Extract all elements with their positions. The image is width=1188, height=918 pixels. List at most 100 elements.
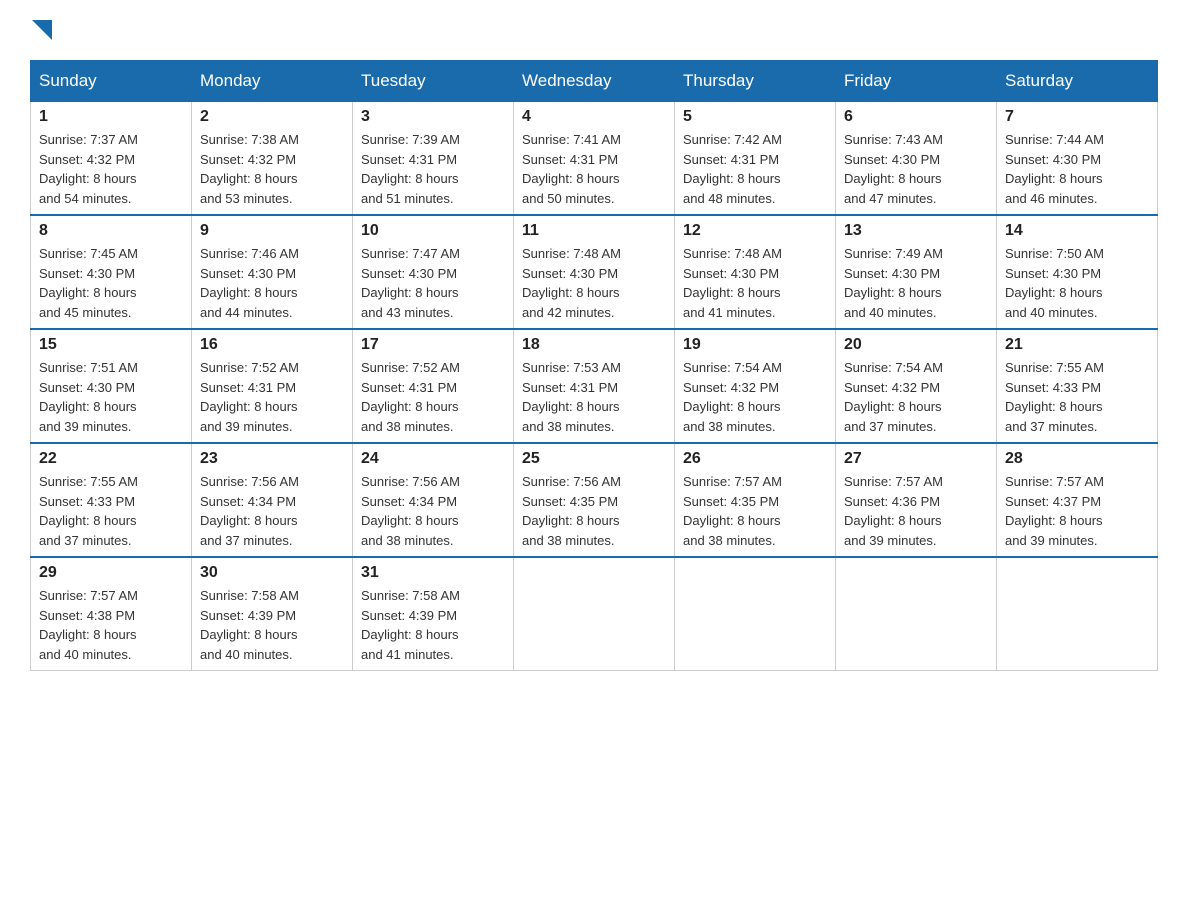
calendar-cell: 8 Sunrise: 7:45 AMSunset: 4:30 PMDaylight… [31,215,192,329]
day-header-tuesday: Tuesday [353,61,514,102]
day-info: Sunrise: 7:44 AMSunset: 4:30 PMDaylight:… [1005,130,1149,208]
calendar-cell: 22 Sunrise: 7:55 AMSunset: 4:33 PMDayligh… [31,443,192,557]
day-info: Sunrise: 7:54 AMSunset: 4:32 PMDaylight:… [844,358,988,436]
day-number: 28 [1005,450,1149,468]
logo-arrow-icon [32,20,52,40]
calendar-cell: 6Sunrise: 7:43 AMSunset: 4:30 PMDaylight… [836,102,997,216]
calendar-week-row: 8 Sunrise: 7:45 AMSunset: 4:30 PMDaylight… [31,215,1158,329]
day-info: Sunrise: 7:55 AMSunset: 4:33 PMDaylight:… [39,472,183,550]
calendar-cell [836,557,997,671]
calendar-cell: 25 Sunrise: 7:56 AMSunset: 4:35 PMDayligh… [514,443,675,557]
day-info: Sunrise: 7:56 AMSunset: 4:34 PMDaylight:… [361,472,505,550]
day-number: 5 [683,108,827,126]
day-info: Sunrise: 7:58 AMSunset: 4:39 PMDaylight:… [361,586,505,664]
day-number: 14 [1005,222,1149,240]
day-info: Sunrise: 7:52 AMSunset: 4:31 PMDaylight:… [200,358,344,436]
calendar-cell: 18 Sunrise: 7:53 AMSunset: 4:31 PMDayligh… [514,329,675,443]
calendar-cell: 27Sunrise: 7:57 AMSunset: 4:36 PMDayligh… [836,443,997,557]
day-info: Sunrise: 7:41 AMSunset: 4:31 PMDaylight:… [522,130,666,208]
calendar-cell: 31Sunrise: 7:58 AMSunset: 4:39 PMDayligh… [353,557,514,671]
calendar-week-row: 29 Sunrise: 7:57 AMSunset: 4:38 PMDayligh… [31,557,1158,671]
day-info: Sunrise: 7:50 AMSunset: 4:30 PMDaylight:… [1005,244,1149,322]
day-info: Sunrise: 7:51 AMSunset: 4:30 PMDaylight:… [39,358,183,436]
day-info: Sunrise: 7:46 AMSunset: 4:30 PMDaylight:… [200,244,344,322]
calendar-cell: 10 Sunrise: 7:47 AMSunset: 4:30 PMDayligh… [353,215,514,329]
calendar-cell: 20 Sunrise: 7:54 AMSunset: 4:32 PMDayligh… [836,329,997,443]
day-info: Sunrise: 7:57 AMSunset: 4:37 PMDaylight:… [1005,472,1149,550]
day-info: Sunrise: 7:47 AMSunset: 4:30 PMDaylight:… [361,244,505,322]
day-info: Sunrise: 7:43 AMSunset: 4:30 PMDaylight:… [844,130,988,208]
calendar-week-row: 22 Sunrise: 7:55 AMSunset: 4:33 PMDayligh… [31,443,1158,557]
day-number: 23 [200,450,344,468]
calendar-cell: 3 Sunrise: 7:39 AMSunset: 4:31 PMDaylight… [353,102,514,216]
day-number: 3 [361,108,505,126]
day-number: 30 [200,564,344,582]
calendar-cell [997,557,1158,671]
day-info: Sunrise: 7:58 AMSunset: 4:39 PMDaylight:… [200,586,344,664]
day-info: Sunrise: 7:56 AMSunset: 4:35 PMDaylight:… [522,472,666,550]
day-header-sunday: Sunday [31,61,192,102]
calendar-cell: 16 Sunrise: 7:52 AMSunset: 4:31 PMDayligh… [192,329,353,443]
day-header-monday: Monday [192,61,353,102]
calendar-cell: 9 Sunrise: 7:46 AMSunset: 4:30 PMDaylight… [192,215,353,329]
day-number: 9 [200,222,344,240]
day-info: Sunrise: 7:48 AMSunset: 4:30 PMDaylight:… [522,244,666,322]
calendar-cell: 17 Sunrise: 7:52 AMSunset: 4:31 PMDayligh… [353,329,514,443]
calendar-cell: 11 Sunrise: 7:48 AMSunset: 4:30 PMDayligh… [514,215,675,329]
day-info: Sunrise: 7:54 AMSunset: 4:32 PMDaylight:… [683,358,827,436]
calendar-cell: 14 Sunrise: 7:50 AMSunset: 4:30 PMDayligh… [997,215,1158,329]
day-number: 17 [361,336,505,354]
day-info: Sunrise: 7:55 AMSunset: 4:33 PMDaylight:… [1005,358,1149,436]
calendar-cell: 30 Sunrise: 7:58 AMSunset: 4:39 PMDayligh… [192,557,353,671]
calendar-week-row: 15 Sunrise: 7:51 AMSunset: 4:30 PMDayligh… [31,329,1158,443]
day-number: 4 [522,108,666,126]
calendar-cell: 19 Sunrise: 7:54 AMSunset: 4:32 PMDayligh… [675,329,836,443]
day-number: 19 [683,336,827,354]
day-number: 11 [522,222,666,240]
calendar-cell: 5 Sunrise: 7:42 AMSunset: 4:31 PMDaylight… [675,102,836,216]
calendar-table: SundayMondayTuesdayWednesdayThursdayFrid… [30,60,1158,671]
calendar-cell: 7 Sunrise: 7:44 AMSunset: 4:30 PMDaylight… [997,102,1158,216]
day-info: Sunrise: 7:39 AMSunset: 4:31 PMDaylight:… [361,130,505,208]
calendar-cell: 12 Sunrise: 7:48 AMSunset: 4:30 PMDayligh… [675,215,836,329]
day-info: Sunrise: 7:56 AMSunset: 4:34 PMDaylight:… [200,472,344,550]
day-number: 22 [39,450,183,468]
day-info: Sunrise: 7:45 AMSunset: 4:30 PMDaylight:… [39,244,183,322]
calendar-cell: 29 Sunrise: 7:57 AMSunset: 4:38 PMDayligh… [31,557,192,671]
day-number: 7 [1005,108,1149,126]
day-info: Sunrise: 7:38 AMSunset: 4:32 PMDaylight:… [200,130,344,208]
day-number: 8 [39,222,183,240]
day-info: Sunrise: 7:53 AMSunset: 4:31 PMDaylight:… [522,358,666,436]
calendar-cell [514,557,675,671]
calendar-cell [675,557,836,671]
day-number: 20 [844,336,988,354]
day-info: Sunrise: 7:48 AMSunset: 4:30 PMDaylight:… [683,244,827,322]
day-header-saturday: Saturday [997,61,1158,102]
calendar-cell: 23 Sunrise: 7:56 AMSunset: 4:34 PMDayligh… [192,443,353,557]
day-number: 29 [39,564,183,582]
calendar-cell: 26 Sunrise: 7:57 AMSunset: 4:35 PMDayligh… [675,443,836,557]
day-info: Sunrise: 7:42 AMSunset: 4:31 PMDaylight:… [683,130,827,208]
day-number: 24 [361,450,505,468]
day-number: 16 [200,336,344,354]
day-info: Sunrise: 7:57 AMSunset: 4:38 PMDaylight:… [39,586,183,664]
day-number: 10 [361,222,505,240]
day-number: 1 [39,108,183,126]
calendar-cell: 24 Sunrise: 7:56 AMSunset: 4:34 PMDayligh… [353,443,514,557]
day-info: Sunrise: 7:37 AMSunset: 4:32 PMDaylight:… [39,130,183,208]
day-number: 13 [844,222,988,240]
day-info: Sunrise: 7:49 AMSunset: 4:30 PMDaylight:… [844,244,988,322]
day-number: 27 [844,450,988,468]
day-number: 12 [683,222,827,240]
calendar-cell: 2Sunrise: 7:38 AMSunset: 4:32 PMDaylight… [192,102,353,216]
day-number: 18 [522,336,666,354]
day-header-friday: Friday [836,61,997,102]
day-number: 26 [683,450,827,468]
day-number: 25 [522,450,666,468]
calendar-cell: 13 Sunrise: 7:49 AMSunset: 4:30 PMDayligh… [836,215,997,329]
day-number: 15 [39,336,183,354]
day-info: Sunrise: 7:52 AMSunset: 4:31 PMDaylight:… [361,358,505,436]
calendar-cell: 15 Sunrise: 7:51 AMSunset: 4:30 PMDayligh… [31,329,192,443]
day-info: Sunrise: 7:57 AMSunset: 4:35 PMDaylight:… [683,472,827,550]
page-header [30,20,1158,40]
